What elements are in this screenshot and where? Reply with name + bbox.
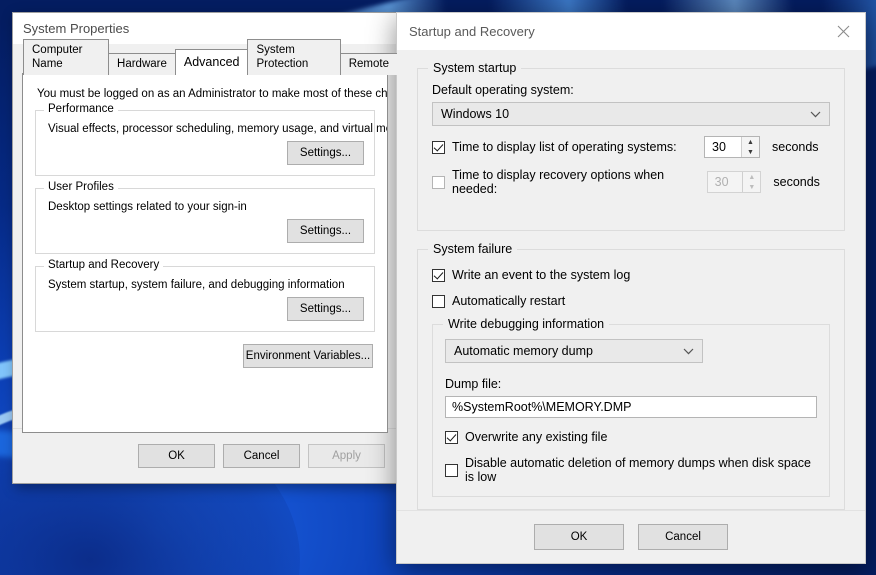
system-startup-group: System startup Default operating system:… <box>417 61 845 231</box>
overwrite-label: Overwrite any existing file <box>465 430 608 444</box>
system-failure-group: System failure Write an event to the sys… <box>417 242 845 510</box>
system-startup-legend: System startup <box>428 61 522 75</box>
dump-file-input[interactable]: %SystemRoot%\MEMORY.DMP <box>445 396 817 418</box>
spinner-down-icon[interactable]: ▼ <box>742 147 759 157</box>
startup-and-recovery-dialog: Startup and Recovery System startup Defa… <box>396 12 866 564</box>
tab-hardware[interactable]: Hardware <box>108 53 176 75</box>
startup-recovery-settings-button[interactable]: Settings... <box>287 297 364 321</box>
startup-recovery-footer: OK Cancel <box>397 510 865 563</box>
write-event-label: Write an event to the system log <box>452 268 631 282</box>
startup-recovery-cancel-button[interactable]: Cancel <box>638 524 728 550</box>
startup-recovery-description: System startup, system failure, and debu… <box>48 279 345 291</box>
system-properties-cancel-button[interactable]: Cancel <box>223 444 300 468</box>
startup-recovery-group: Startup and Recovery System startup, sys… <box>35 259 375 332</box>
default-os-combobox[interactable]: Windows 10 <box>432 102 830 126</box>
write-event-row: Write an event to the system log <box>432 268 830 282</box>
timeout-recovery-value: 30 <box>714 175 729 189</box>
auto-restart-checkbox[interactable] <box>432 294 445 308</box>
disable-deletion-checkbox[interactable] <box>445 463 458 477</box>
startup-recovery-title: Startup and Recovery <box>409 24 535 39</box>
write-event-checkbox[interactable] <box>432 268 445 282</box>
dump-type-value: Automatic memory dump <box>454 344 593 358</box>
timeout-os-spinner-arrows[interactable]: ▲ ▼ <box>741 137 759 157</box>
timeout-recovery-checkbox[interactable] <box>432 175 445 189</box>
spinner-down-icon: ▼ <box>748 183 756 191</box>
disable-deletion-row: Disable automatic deletion of memory dum… <box>445 456 817 484</box>
system-properties-window: System Properties Computer Name Hardware… <box>12 12 397 484</box>
startup-recovery-titlebar: Startup and Recovery <box>397 13 865 50</box>
performance-group-legend: Performance <box>44 103 118 115</box>
write-debugging-legend: Write debugging information <box>443 317 610 331</box>
performance-settings-button[interactable]: Settings... <box>287 141 364 165</box>
timeout-recovery-units: seconds <box>773 175 820 189</box>
dump-file-label: Dump file: <box>445 377 502 391</box>
auto-restart-label: Automatically restart <box>452 294 566 308</box>
timeout-os-label: Time to display list of operating system… <box>452 140 677 154</box>
user-profiles-button-row: Settings... <box>46 219 364 243</box>
startup-recovery-group-legend: Startup and Recovery <box>44 259 164 271</box>
desktop: System Properties Computer Name Hardware… <box>0 0 876 575</box>
user-profiles-description: Desktop settings related to your sign-in <box>48 201 247 213</box>
disable-deletion-label: Disable automatic deletion of memory dum… <box>465 456 812 484</box>
system-properties-title: System Properties <box>23 20 130 36</box>
spinner-up-icon: ▲ <box>748 173 756 181</box>
startup-recovery-ok-button[interactable]: OK <box>534 524 624 550</box>
startup-recovery-body: System startup Default operating system:… <box>397 50 865 510</box>
performance-button-row: Settings... <box>46 141 364 165</box>
startup-recovery-button-row: Settings... <box>46 297 364 321</box>
dump-file-value: %SystemRoot%\MEMORY.DMP <box>452 400 632 414</box>
timeout-os-spinner[interactable]: 30 ▲ ▼ <box>704 136 760 158</box>
administrator-note: You must be logged on as an Administrato… <box>37 88 388 100</box>
timeout-os-value: 30 <box>712 140 726 154</box>
overwrite-checkbox[interactable] <box>445 430 458 444</box>
system-properties-apply-button: Apply <box>308 444 385 468</box>
tab-remote[interactable]: Remote <box>339 53 397 75</box>
system-properties-footer: OK Cancel Apply <box>13 428 397 483</box>
timeout-recovery-spinner-arrows: ▲ ▼ <box>742 172 761 192</box>
timeout-recovery-row: Time to display recovery options when ne… <box>432 168 830 196</box>
timeout-recovery-label: Time to display recovery options when ne… <box>452 168 665 196</box>
timeout-os-row: Time to display list of operating system… <box>432 136 830 158</box>
user-profiles-group: User Profiles Desktop settings related t… <box>35 181 375 254</box>
system-properties-tabstrip: Computer Name Hardware Advanced System P… <box>13 39 397 75</box>
tab-advanced[interactable]: Advanced <box>174 49 249 74</box>
write-debugging-group: Write debugging information Automatic me… <box>432 317 830 497</box>
system-properties-ok-button[interactable]: OK <box>138 444 215 468</box>
overwrite-row: Overwrite any existing file <box>445 430 817 444</box>
auto-restart-row: Automatically restart <box>432 294 830 308</box>
user-profiles-group-legend: User Profiles <box>44 181 118 193</box>
tab-computer-name[interactable]: Computer Name <box>23 39 110 75</box>
timeout-recovery-spinner: 30 ▲ ▼ <box>706 171 762 193</box>
close-icon[interactable] <box>821 13 865 50</box>
system-failure-legend: System failure <box>428 242 518 256</box>
spinner-up-icon[interactable]: ▲ <box>742 137 759 147</box>
performance-description: Visual effects, processor scheduling, me… <box>48 123 388 135</box>
dump-type-combobox[interactable]: Automatic memory dump <box>445 339 703 363</box>
chevron-down-icon <box>683 344 694 358</box>
user-profiles-settings-button[interactable]: Settings... <box>287 219 364 243</box>
default-os-label: Default operating system: <box>432 83 574 97</box>
chevron-down-icon <box>810 107 821 121</box>
advanced-tab-page: You must be logged on as an Administrato… <box>22 73 388 433</box>
timeout-os-checkbox[interactable] <box>432 140 445 154</box>
environment-variables-row: Environment Variables... <box>35 344 373 368</box>
tab-system-protection[interactable]: System Protection <box>247 39 341 75</box>
default-os-value: Windows 10 <box>441 107 510 121</box>
performance-group: Performance Visual effects, processor sc… <box>35 103 388 176</box>
environment-variables-button[interactable]: Environment Variables... <box>243 344 373 368</box>
timeout-os-units: seconds <box>772 140 819 154</box>
